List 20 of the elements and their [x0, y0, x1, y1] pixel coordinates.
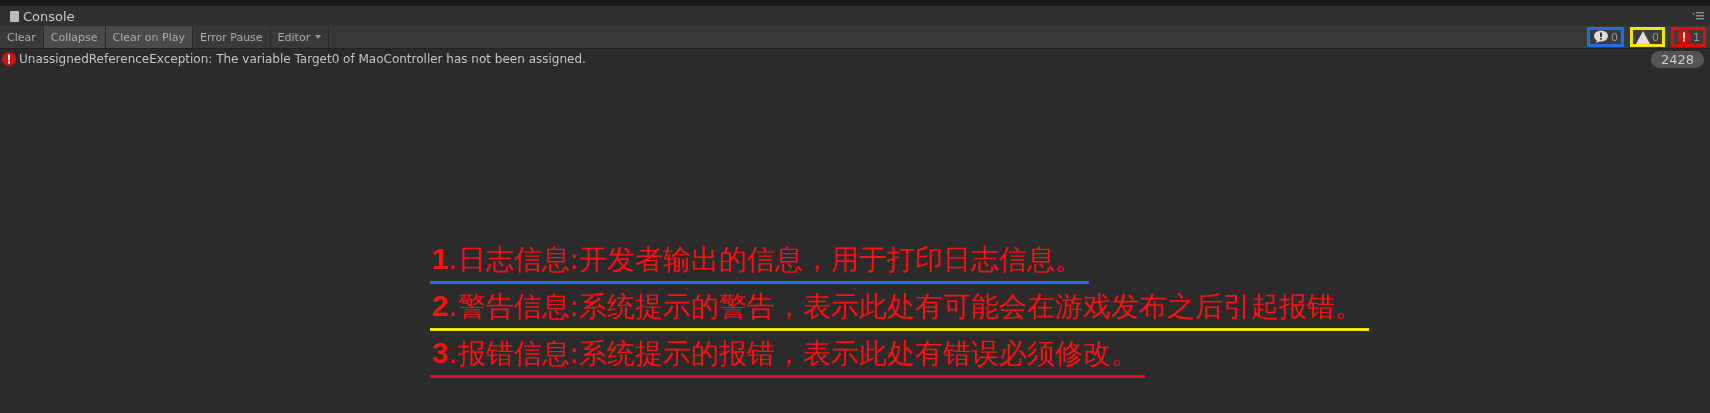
annotation-text: 1.日志信息:开发者输出的信息，用于打印日志信息。 — [430, 241, 1090, 284]
counter-toggle[interactable]: 0 — [1587, 27, 1624, 47]
annotation-text: 2.警告信息:系统提示的警告，表示此处有可能会在游戏发布之后引起报错。 — [430, 288, 1370, 331]
toolbar-button[interactable]: Clear — [0, 26, 44, 48]
window-title: Console — [10, 8, 75, 24]
toolbar-button[interactable]: Error Pause — [192, 26, 271, 48]
annotation-text: 3.报错信息:系统提示的报错，表示此处有错误必须修改。 — [430, 335, 1146, 378]
editor-dropdown[interactable]: Editor — [270, 26, 330, 48]
counter-toggle[interactable]: 0 — [1630, 27, 1665, 47]
toolbar-button[interactable]: Collapse — [43, 26, 106, 48]
speech-bubble-icon — [1593, 30, 1609, 44]
counter-toggle[interactable]: 1 — [1671, 27, 1706, 47]
error-icon — [1677, 30, 1691, 44]
toolbar-button[interactable]: Clear on Play — [105, 26, 193, 48]
error-icon — [2, 52, 16, 66]
console-icon — [10, 10, 19, 22]
collapse-count: 2428 — [1650, 50, 1704, 68]
menu-icon[interactable] — [1692, 12, 1704, 20]
warning-icon — [1636, 30, 1650, 44]
caret-icon — [315, 35, 322, 39]
